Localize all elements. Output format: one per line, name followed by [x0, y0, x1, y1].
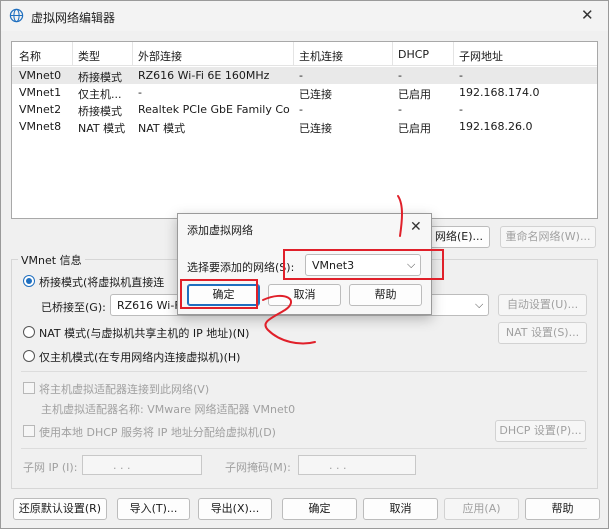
dialog-title: 添加虚拟网络	[187, 224, 253, 237]
auto-settings-button[interactable]: 自动设置(U)...	[498, 294, 587, 316]
chevron-down-icon: ⌵	[475, 298, 484, 311]
cell-dhcp: -	[398, 69, 402, 82]
subnet-ip-input[interactable]: . . .	[82, 455, 202, 475]
cell-subnet: -	[459, 69, 463, 82]
column-header-host[interactable]: 主机连接	[299, 48, 343, 64]
cell-subnet: 192.168.174.0	[459, 86, 540, 99]
restore-defaults-button[interactable]: 还原默认设置(R)	[13, 498, 107, 520]
window-title: 虚拟网络编辑器	[31, 11, 116, 25]
cell-name: VMnet2	[19, 103, 62, 116]
close-icon[interactable]: ✕	[410, 219, 422, 235]
cell-external: NAT 模式	[138, 122, 186, 135]
subnet-ip-dots: . . .	[113, 459, 131, 472]
column-header-subnet[interactable]: 子网地址	[459, 48, 503, 64]
connect-adapter-label: 将主机虚拟适配器连接到此网络(V)	[39, 383, 210, 396]
add-network-label: 网络(E)...	[434, 230, 483, 243]
column-header-name[interactable]: 名称	[19, 48, 41, 64]
table-row[interactable]: VMnet2 桥接模式 Realtek PCIe GbE Family Co..…	[12, 101, 597, 118]
use-dhcp-checkbox[interactable]	[23, 425, 35, 437]
adapter-name-label: 主机虚拟适配器名称: VMware 网络适配器 VMnet0	[41, 403, 296, 416]
cell-host: 已连接	[299, 122, 332, 135]
bridged-mode-radio[interactable]	[23, 275, 35, 287]
subnet-ip-label: 子网 IP (I):	[23, 461, 78, 474]
cell-host: 已连接	[299, 88, 332, 101]
nat-settings-button[interactable]: NAT 设置(S)...	[498, 322, 587, 344]
help-button[interactable]: 帮助	[525, 498, 600, 520]
cell-dhcp: 已启用	[398, 88, 431, 101]
cancel-button[interactable]: 取消	[363, 498, 438, 520]
connect-adapter-checkbox[interactable]	[23, 382, 35, 394]
table-row[interactable]: VMnet1 仅主机... - 已连接 已启用 192.168.174.0	[12, 84, 597, 101]
annotation-box-ok-button	[180, 279, 258, 309]
cell-dhcp: 已启用	[398, 122, 431, 135]
cell-name: VMnet1	[19, 86, 62, 99]
export-button[interactable]: 导出(X)...	[198, 498, 272, 520]
select-network-label: 选择要添加的网络(S):	[187, 261, 295, 274]
cell-name: VMnet8	[19, 120, 62, 133]
cell-type: 仅主机...	[78, 88, 122, 101]
nat-mode-radio[interactable]	[23, 326, 35, 338]
cell-subnet: 192.168.26.0	[459, 120, 533, 133]
dialog-cancel-button[interactable]: 取消	[268, 284, 341, 306]
network-list-header: 名称 类型 外部连接 主机连接 DHCP 子网地址	[12, 42, 597, 66]
apply-button[interactable]: 应用(A)	[444, 498, 519, 520]
cell-dhcp: -	[398, 103, 402, 116]
import-button[interactable]: 导入(T)...	[117, 498, 190, 520]
table-row[interactable]: VMnet0 桥接模式 RZ616 Wi-Fi 6E 160MHz - - -	[12, 67, 597, 84]
cell-host: -	[299, 103, 303, 116]
close-icon[interactable]: ✕	[581, 6, 594, 24]
bridged-to-value: RZ616 Wi-Fi	[117, 299, 183, 312]
cell-host: -	[299, 69, 303, 82]
nat-mode-label: NAT 模式(与虚拟机共享主机的 IP 地址)(N)	[39, 327, 250, 340]
cell-external: Realtek PCIe GbE Family Co...	[138, 103, 290, 116]
network-list[interactable]: 名称 类型 外部连接 主机连接 DHCP 子网地址 VMnet0 桥接模式 RZ…	[11, 41, 598, 219]
bridged-mode-label: 桥接模式(将虚拟机直接连	[39, 276, 165, 289]
use-dhcp-label: 使用本地 DHCP 服务将 IP 地址分配给虚拟机(D)	[39, 426, 276, 439]
dhcp-settings-button[interactable]: DHCP 设置(P)...	[495, 420, 586, 442]
cell-type: NAT 模式	[78, 122, 126, 135]
column-header-type[interactable]: 类型	[78, 48, 100, 64]
vmnet-info-title: VMnet 信息	[18, 252, 85, 268]
column-header-external[interactable]: 外部连接	[138, 48, 182, 64]
host-only-radio[interactable]	[23, 350, 35, 362]
cell-subnet: -	[459, 103, 463, 116]
cell-name: VMnet0	[19, 69, 62, 82]
table-row[interactable]: VMnet8 NAT 模式 NAT 模式 已连接 已启用 192.168.26.…	[12, 118, 597, 135]
cell-external: RZ616 Wi-Fi 6E 160MHz	[138, 69, 270, 82]
ok-button[interactable]: 确定	[282, 498, 357, 520]
subnet-mask-input[interactable]: . . .	[298, 455, 416, 475]
cell-external: -	[138, 86, 142, 99]
dialog-help-button[interactable]: 帮助	[349, 284, 422, 306]
subnet-mask-label: 子网掩码(M):	[225, 461, 291, 474]
rename-network-button[interactable]: 重命名网络(W)...	[500, 226, 596, 248]
globe-icon	[9, 8, 24, 23]
column-header-dhcp[interactable]: DHCP	[398, 48, 429, 61]
title-bar: 虚拟网络编辑器 ✕	[1, 1, 608, 31]
host-only-label: 仅主机模式(在专用网络内连接虚拟机)(H)	[39, 351, 241, 364]
subnet-mask-dots: . . .	[329, 459, 347, 472]
cell-type: 桥接模式	[78, 71, 122, 84]
cell-type: 桥接模式	[78, 105, 122, 118]
bridged-to-label: 已桥接至(G):	[41, 301, 106, 314]
annotation-box-network-select	[283, 249, 444, 280]
